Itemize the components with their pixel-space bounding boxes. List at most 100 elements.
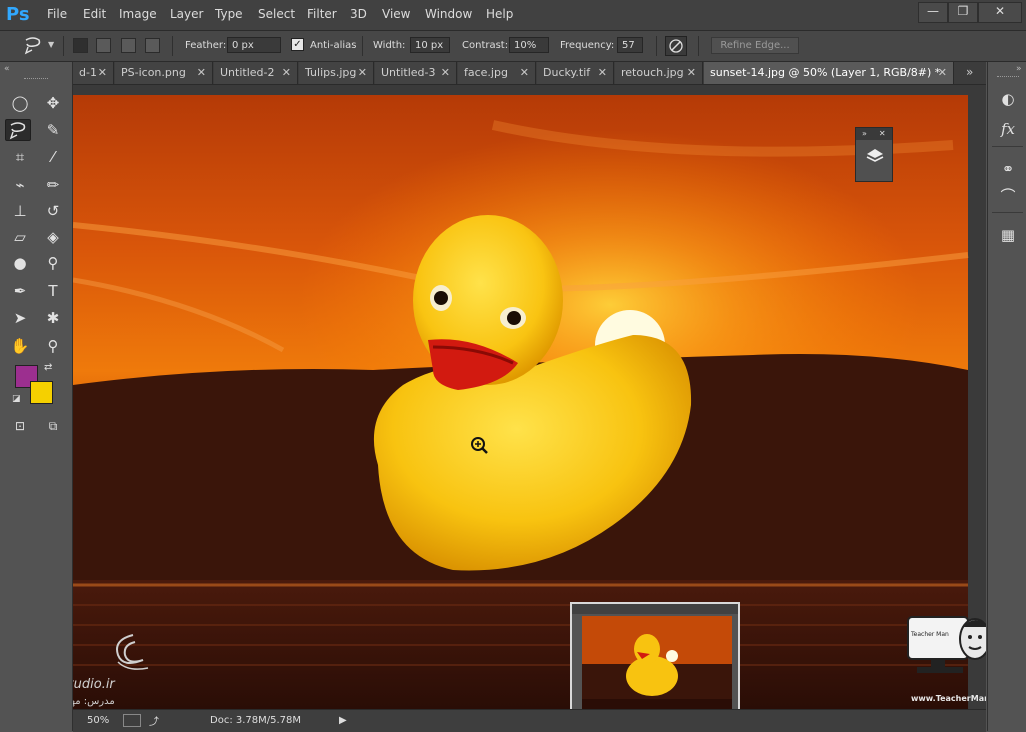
quick-selection-icon[interactable]: ✎	[40, 119, 66, 141]
canvas-area[interactable]: safaStudio.ir مدرس: مهندس فدائی »✕	[73, 85, 986, 709]
expand-panel-icon[interactable]: »	[862, 129, 867, 138]
contrast-input[interactable]: 10%	[509, 37, 549, 53]
eraser-icon[interactable]: ▱	[7, 226, 33, 248]
paint-bucket-icon[interactable]: ◈	[40, 226, 66, 248]
tab-close-icon[interactable]: ✕	[520, 62, 529, 84]
tab-close-icon[interactable]: ✕	[98, 62, 107, 84]
width-label: Width:	[373, 40, 406, 51]
doc-size: Doc: 3.78M/5.78M	[210, 715, 302, 726]
close-panel-icon[interactable]: ✕	[879, 129, 886, 138]
healing-brush-icon[interactable]: ⌁	[7, 174, 33, 196]
add-to-selection-icon[interactable]	[96, 38, 111, 53]
proof-setup-icon[interactable]	[123, 714, 141, 727]
tab-untitled-3[interactable]: Untitled-3 ✕	[375, 62, 457, 84]
elliptical-marquee-icon[interactable]: ◯	[7, 92, 33, 114]
document-canvas[interactable]	[73, 85, 986, 709]
tab-label: Ducky.tif	[543, 66, 591, 79]
eyedropper-icon[interactable]: ⁄	[40, 146, 66, 168]
toolbar-grip[interactable]	[24, 78, 48, 81]
tab-close-icon[interactable]: ✕	[938, 62, 947, 84]
frequency-input[interactable]: 57	[617, 37, 643, 53]
tab-ducky[interactable]: Ducky.tif ✕	[537, 62, 614, 84]
quick-mask-icon[interactable]: ⊡	[7, 415, 33, 437]
dock-grip[interactable]	[997, 76, 1019, 79]
menu-select[interactable]: Select	[258, 7, 295, 21]
tab-ps-icon[interactable]: PS-icon.png ✕	[115, 62, 213, 84]
menu-3d[interactable]: 3D	[350, 7, 367, 21]
layers-icon[interactable]	[865, 146, 885, 169]
crop-tool-icon[interactable]: ⌗	[7, 146, 33, 168]
brush-tool-icon[interactable]: ✏	[40, 174, 66, 196]
tab-sunset-14-active[interactable]: sunset-14.jpg @ 50% (Layer 1, RGB/8#) * ✕	[704, 62, 954, 84]
screen-mode-icon[interactable]: ⧉	[40, 415, 66, 437]
tab-close-icon[interactable]: ✕	[282, 62, 291, 84]
blur-tool-icon[interactable]: ●	[7, 252, 33, 274]
menu-help[interactable]: Help	[486, 7, 513, 21]
zoom-level[interactable]: 50%	[87, 715, 109, 726]
menu-edit[interactable]: Edit	[83, 7, 106, 21]
width-input[interactable]: 10 px	[410, 37, 450, 53]
default-colors-icon[interactable]: ◪	[12, 394, 21, 404]
tab-close-icon[interactable]: ✕	[687, 62, 696, 84]
magnetic-lasso-icon[interactable]	[5, 119, 31, 141]
status-menu-arrow-icon[interactable]: ▶	[339, 715, 347, 726]
channels-icon[interactable]: ⚭	[995, 158, 1021, 180]
share-icon[interactable]: ⤴	[149, 713, 159, 728]
new-selection-icon[interactable]	[73, 38, 88, 53]
background-color-swatch[interactable]	[30, 381, 53, 404]
tab-close-icon[interactable]: ✕	[441, 62, 450, 84]
zoom-tool-icon[interactable]: ⚲	[40, 335, 66, 357]
close-window-button[interactable]: ✕	[978, 2, 1022, 23]
custom-shape-icon[interactable]: ✱	[40, 307, 66, 329]
tab-retouch[interactable]: retouch.jpg ✕	[615, 62, 703, 84]
tab-overflow-icon[interactable]: »	[966, 65, 973, 79]
swap-colors-icon[interactable]: ⇄	[44, 362, 52, 373]
feather-label: Feather:	[185, 40, 227, 51]
path-selection-icon[interactable]: ➤	[7, 307, 33, 329]
feather-input[interactable]: 0 px	[227, 37, 281, 53]
history-brush-icon[interactable]: ↺	[40, 200, 66, 222]
paths-icon[interactable]: ⌒	[995, 185, 1021, 207]
tab-close-icon[interactable]: ✕	[197, 62, 206, 84]
menu-layer[interactable]: Layer	[170, 7, 203, 21]
type-tool-icon[interactable]: T	[40, 280, 66, 302]
move-tool-icon[interactable]: ✥	[40, 92, 66, 114]
magnetic-lasso-preset-icon[interactable]	[20, 35, 46, 57]
tab-untitled-2[interactable]: Untitled-2 ✕	[214, 62, 298, 84]
tab-close-icon[interactable]: ✕	[598, 62, 607, 84]
collapse-dock-icon[interactable]: »	[1016, 64, 1022, 74]
layers-panel-floating[interactable]: » ✕	[855, 127, 893, 182]
menu-view[interactable]: View	[382, 7, 410, 21]
menu-type[interactable]: Type	[215, 7, 243, 21]
menu-file[interactable]: File	[47, 7, 67, 21]
menu-image[interactable]: Image	[119, 7, 157, 21]
styles-fx-icon[interactable]: fx	[995, 118, 1021, 140]
floating-panel-header[interactable]: » ✕	[856, 128, 892, 140]
collapse-toolbar-icon[interactable]: «	[4, 64, 10, 74]
adjustments-icon[interactable]: ◐	[995, 88, 1021, 110]
menu-window[interactable]: Window	[425, 7, 472, 21]
menu-filter[interactable]: Filter	[307, 7, 337, 21]
anti-alias-checkbox[interactable]: ✓	[291, 38, 304, 51]
tab-tulips[interactable]: Tulips.jpg ✕	[299, 62, 374, 84]
screenshot-thumbnail	[570, 602, 740, 709]
dodge-tool-icon[interactable]: ⚲	[40, 252, 66, 274]
subtract-from-selection-icon[interactable]	[121, 38, 136, 53]
tablet-pressure-icon[interactable]	[665, 36, 687, 56]
intersect-selection-icon[interactable]	[145, 38, 160, 53]
tab-close-icon[interactable]: ✕	[358, 62, 367, 84]
photoshop-logo: Ps	[6, 4, 30, 25]
hand-tool-icon[interactable]: ✋	[7, 335, 33, 357]
properties-icon[interactable]: ▦	[995, 224, 1021, 246]
preset-dropdown-arrow-icon[interactable]: ▼	[48, 40, 54, 49]
teacherman-brand: www.TeacherMan.ir	[911, 694, 986, 703]
status-bar: 50% ⤴ Doc: 3.78M/5.78M ▶	[73, 709, 986, 732]
tab-face[interactable]: face.jpg ✕	[458, 62, 536, 84]
restore-button[interactable]: ❐	[948, 2, 978, 23]
pen-tool-icon[interactable]: ✒	[7, 280, 33, 302]
clone-stamp-icon[interactable]: ⊥	[7, 200, 33, 222]
refine-edge-button[interactable]: Refine Edge...	[711, 37, 799, 54]
tab-label: Untitled-2	[220, 66, 275, 79]
tab-d-1[interactable]: d-1 ✕	[73, 62, 114, 84]
minimize-button[interactable]: —	[918, 2, 948, 23]
